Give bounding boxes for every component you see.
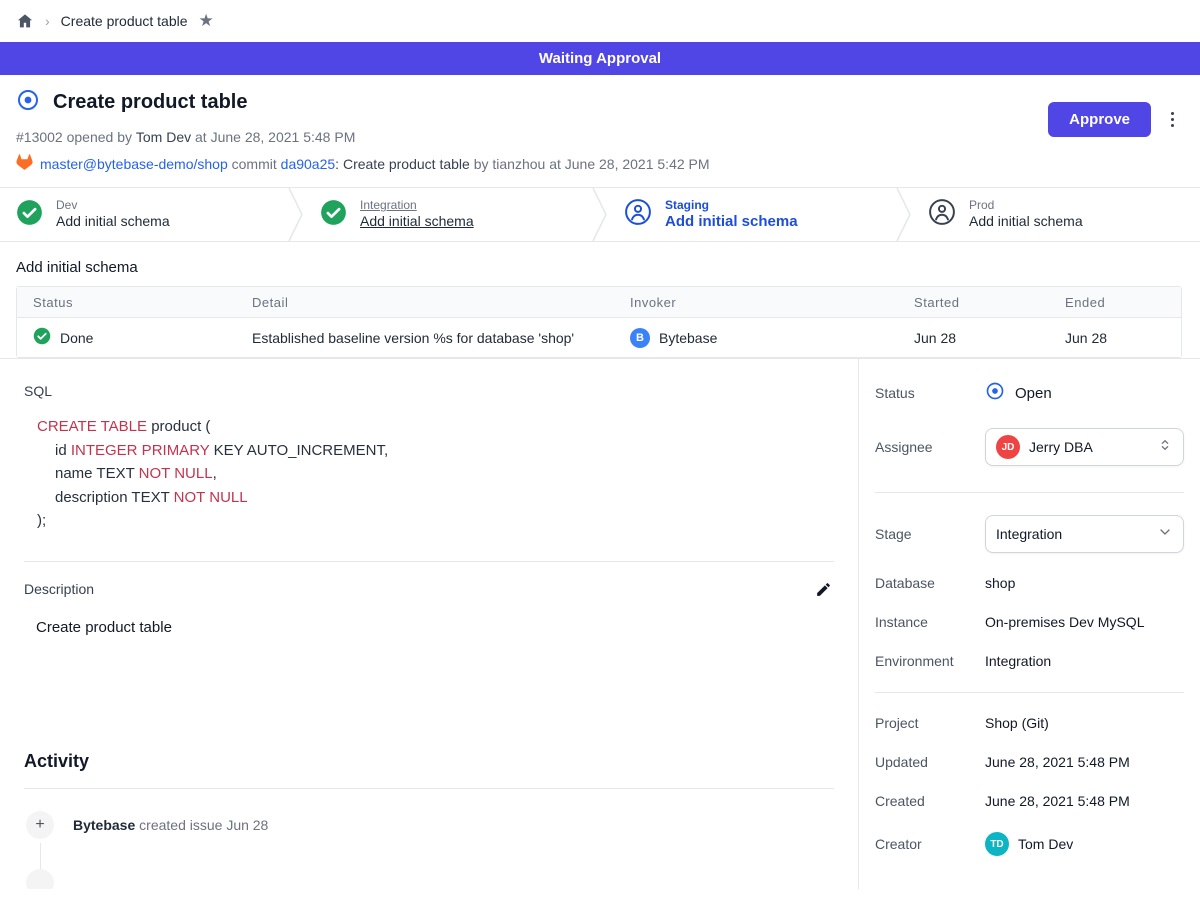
assignee-label: Assignee [875,439,985,455]
stage-integration[interactable]: Integration Add initial schema [304,188,592,241]
activity-actor: Bytebase [73,817,135,833]
task-row: Done Established baseline version %s for… [17,317,1181,357]
column-header-detail: Detail [236,287,614,317]
edit-description-button[interactable] [813,579,834,600]
stage-pending-person-icon [928,198,956,231]
assignee-avatar: JD [996,435,1020,459]
stage-separator [288,188,304,241]
issue-author: Tom Dev [136,129,191,145]
sidebar-divider [875,492,1184,493]
section-divider [24,788,834,789]
stage-label: Stage [875,526,985,542]
commit-hash-link[interactable]: da90a25 [281,156,336,172]
column-header-status: Status [17,287,236,317]
database-label: Database [875,575,985,591]
updown-chevron-icon [1157,437,1173,458]
activity-action: created issue Jun 28 [135,817,268,833]
task-ended: Jun 28 [1049,317,1181,357]
project-value: Shop (Git) [985,715,1184,731]
creator-label: Creator [875,836,985,852]
breadcrumb-chevron-icon: › [45,13,50,29]
sidebar-divider [875,692,1184,693]
column-header-invoker: Invoker [614,287,898,317]
kebab-menu-button[interactable] [1167,108,1178,131]
task-section-title: Add initial schema [16,259,1184,276]
task-started: Jun 28 [898,317,1049,357]
activity-section-title: Activity [24,751,834,772]
issue-meta: #13002 opened by Tom Dev at June 28, 202… [16,129,1176,145]
timeline-connector [40,843,41,869]
gitlab-icon [16,154,33,173]
open-status-icon [985,381,1005,405]
stage-pending-person-icon [624,198,652,231]
breadcrumb-current-page: Create product table [61,13,188,29]
bookmark-star-icon[interactable]: ★ [199,11,214,31]
creator-value: Tom Dev [1018,836,1073,852]
column-header-ended: Ended [1049,287,1181,317]
chevron-down-icon [1157,524,1173,545]
created-value: June 28, 2021 5:48 PM [985,793,1184,809]
commit-message: Create product table [343,156,470,172]
invoker-avatar: B [630,328,650,348]
stage-separator [896,188,912,241]
status-label: Status [875,385,985,401]
sql-code-block: CREATE TABLE product ( id INTEGER PRIMAR… [37,415,834,533]
issue-header: Create product table #13002 opened by To… [0,75,1200,187]
sql-section-label: SQL [24,383,834,399]
breadcrumb: › Create product table ★ [0,0,1200,42]
environment-value: Integration [985,653,1184,669]
assignee-value: Jerry DBA [1029,439,1093,455]
created-label: Created [875,793,985,809]
branch-repo-link[interactable]: master@bytebase-demo/shop [40,156,228,172]
stage-done-check-icon [320,199,347,231]
column-header-started: Started [898,287,1049,317]
stage-done-check-icon [16,199,43,231]
page-title: Create product table [53,91,247,114]
task-invoker: Bytebase [659,330,717,346]
waiting-approval-banner: Waiting Approval [0,42,1200,75]
stage-separator [592,188,608,241]
activity-item: + Bytebase created issue Jun 28 [24,811,834,839]
commit-line: master@bytebase-demo/shop commit da90a25… [16,154,1176,173]
creator-avatar: TD [985,832,1009,856]
banner-text: Waiting Approval [539,50,661,67]
description-label: Description [24,581,94,597]
stage-prod[interactable]: Prod Add initial schema [912,188,1200,241]
updated-value: June 28, 2021 5:48 PM [985,754,1184,770]
issue-open-status-icon [16,88,40,117]
task-table-header-row: Status Detail Invoker Started Ended [17,287,1181,317]
issue-sidebar: Status Open Assignee JD Jerry DBA Stage … [858,359,1200,889]
instance-label: Instance [875,614,985,630]
stage-dev[interactable]: Dev Add initial schema [0,188,288,241]
issue-detail-panel: SQL CREATE TABLE product ( id INTEGER PR… [0,359,858,889]
stage-staging[interactable]: Staging Add initial schema [608,188,896,241]
assignee-select[interactable]: JD Jerry DBA [985,428,1184,466]
task-table: Status Detail Invoker Started Ended Done… [16,286,1182,358]
instance-value: On-premises Dev MySQL [985,614,1184,630]
stage-value: Integration [996,526,1062,542]
plus-icon: + [26,811,54,839]
approve-button[interactable]: Approve [1048,102,1151,137]
project-label: Project [875,715,985,731]
task-status: Done [60,330,93,346]
task-detail: Established baseline version %s for data… [236,317,614,357]
pipeline-stage-bar: Dev Add initial schema Integration Add i… [0,187,1200,242]
stage-select[interactable]: Integration [985,515,1184,553]
section-divider [24,561,834,562]
timeline-next-marker [26,869,54,890]
updated-label: Updated [875,754,985,770]
done-check-icon [33,327,51,348]
home-icon[interactable] [16,12,34,30]
environment-label: Environment [875,653,985,669]
description-text: Create product table [36,619,834,636]
database-value: shop [985,575,1184,591]
status-value: Open [1015,385,1052,402]
